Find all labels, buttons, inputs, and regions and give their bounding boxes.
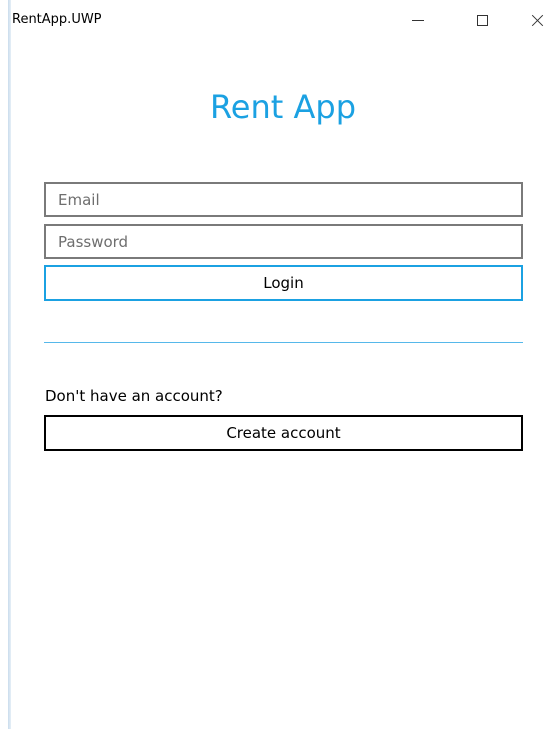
maximize-button[interactable] xyxy=(460,0,504,40)
close-icon xyxy=(531,14,544,27)
password-field[interactable] xyxy=(44,224,523,259)
create-account-button[interactable]: Create account xyxy=(44,415,523,451)
title-bar[interactable]: RentApp.UWP xyxy=(11,0,546,44)
email-field[interactable] xyxy=(44,182,523,217)
maximize-icon xyxy=(476,14,488,26)
close-button[interactable] xyxy=(515,0,546,40)
divider xyxy=(44,342,523,343)
minimize-icon xyxy=(412,19,424,21)
app-title: RentApp.UWP xyxy=(12,12,102,27)
no-account-text: Don't have an account? xyxy=(45,387,223,405)
page-title: Rent App xyxy=(210,88,356,126)
minimize-button[interactable] xyxy=(396,0,440,40)
login-button[interactable]: Login xyxy=(44,265,523,301)
app-window: RentApp.UWP Rent App Login Don't have an… xyxy=(0,0,546,729)
